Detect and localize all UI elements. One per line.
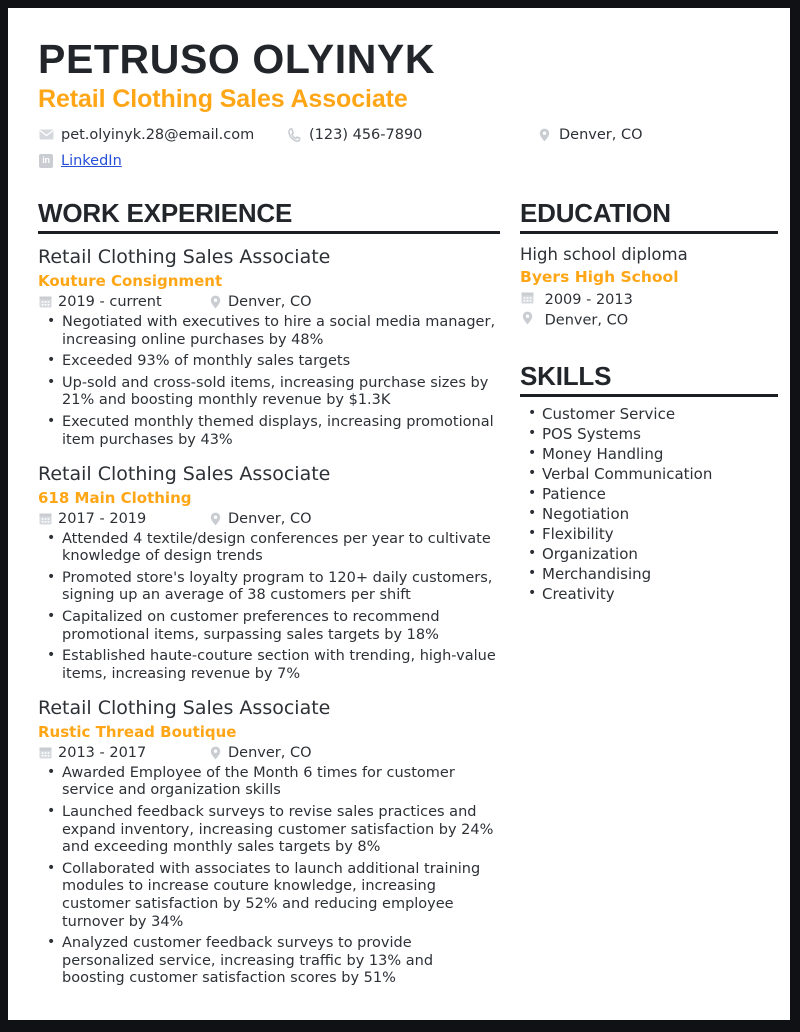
work-entry: Retail Clothing Sales Associate Rustic T… xyxy=(38,697,500,988)
map-pin-icon xyxy=(208,745,222,760)
skills-section: SKILLS Customer Service POS Systems Mone… xyxy=(520,361,778,605)
work-entry-bullets: Attended 4 textile/design conferences pe… xyxy=(38,530,500,684)
map-pin-icon xyxy=(536,127,552,143)
section-title-work-experience: WORK EXPERIENCE xyxy=(38,198,500,235)
work-entry-dates-text: 2013 - 2017 xyxy=(58,744,147,761)
list-item: Customer Service xyxy=(520,403,778,424)
map-pin-icon xyxy=(208,294,222,309)
calendar-icon xyxy=(38,294,52,309)
list-item: Awarded Employee of the Month 6 times fo… xyxy=(38,764,500,800)
linkedin-link-text[interactable]: LinkedIn xyxy=(61,153,122,169)
list-item: Collaborated with associates to launch a… xyxy=(38,860,500,931)
envelope-icon xyxy=(38,127,54,143)
list-item: Exceeded 93% of monthly sales targets xyxy=(38,352,500,371)
work-entry-location: Denver, CO xyxy=(208,511,312,527)
list-item: Established haute-couture section with t… xyxy=(38,647,500,683)
work-entry-location: Denver, CO xyxy=(208,294,312,310)
resume-page: PETRUSO OLYINYK Retail Clothing Sales As… xyxy=(8,8,790,1020)
contact-location: Denver, CO xyxy=(536,127,643,143)
phone-icon xyxy=(286,127,302,143)
resume-header: PETRUSO OLYINYK Retail Clothing Sales As… xyxy=(38,36,760,172)
education-degree: High school diploma xyxy=(520,245,688,265)
work-entry-dates-text: 2019 - current xyxy=(58,293,162,310)
candidate-job-title: Retail Clothing Sales Associate xyxy=(38,85,408,114)
contact-email[interactable]: pet.olyinyk.28@email.com xyxy=(38,127,286,143)
list-item: Negotiation xyxy=(520,503,778,524)
list-item: Negotiated with executives to hire a soc… xyxy=(38,313,500,349)
list-item: Attended 4 textile/design conferences pe… xyxy=(38,530,500,566)
section-title-education: EDUCATION xyxy=(520,198,778,235)
work-entry-location: Denver, CO xyxy=(208,745,312,761)
work-entry-organization: Rustic Thread Boutique xyxy=(38,723,237,742)
map-pin-icon xyxy=(208,511,222,526)
page-frame: PETRUSO OLYINYK Retail Clothing Sales As… xyxy=(0,0,800,1032)
calendar-icon xyxy=(520,290,534,305)
calendar-icon xyxy=(38,511,52,526)
list-item: Organization xyxy=(520,543,778,564)
right-column: EDUCATION High school diploma Byers High… xyxy=(520,198,778,992)
work-entry-meta: 2019 - current Denver, CO xyxy=(38,294,500,310)
work-entry-organization: Kouture Consignment xyxy=(38,272,223,291)
work-entry-location-text: Denver, CO xyxy=(228,744,312,761)
education-dates: 2009 - 2013 xyxy=(520,290,778,308)
calendar-icon xyxy=(38,745,52,760)
work-entry-dates-text: 2017 - 2019 xyxy=(58,510,147,527)
section-title-skills: SKILLS xyxy=(520,361,778,398)
contact-email-text: pet.olyinyk.28@email.com xyxy=(61,126,255,143)
linkedin-icon: in xyxy=(38,153,54,169)
work-entry-meta: 2013 - 2017 Denver, CO xyxy=(38,745,500,761)
list-item: Merchandising xyxy=(520,563,778,584)
work-entry-dates: 2017 - 2019 xyxy=(38,511,208,527)
work-entry-title: Retail Clothing Sales Associate xyxy=(38,697,331,720)
column-gap xyxy=(500,198,520,992)
map-pin-icon xyxy=(520,310,534,325)
list-item: Flexibility xyxy=(520,523,778,544)
work-entry: Retail Clothing Sales Associate Kouture … xyxy=(38,246,500,449)
work-entry-title: Retail Clothing Sales Associate xyxy=(38,246,331,269)
work-entry-bullets: Awarded Employee of the Month 6 times fo… xyxy=(38,764,500,988)
candidate-name: PETRUSO OLYINYK xyxy=(38,36,436,82)
linkedin-badge-text: in xyxy=(39,153,53,168)
work-entry-dates: 2019 - current xyxy=(38,294,208,310)
education-dates-text: 2009 - 2013 xyxy=(544,292,633,309)
work-entry-bullets: Negotiated with executives to hire a soc… xyxy=(38,313,500,449)
contact-row-primary: pet.olyinyk.28@email.com (123) 456-7890 xyxy=(38,124,760,146)
list-item: Capitalized on customer preferences to r… xyxy=(38,608,500,644)
contact-phone-text: (123) 456-7890 xyxy=(309,126,423,143)
list-item: POS Systems xyxy=(520,423,778,444)
work-entry: Retail Clothing Sales Associate 618 Main… xyxy=(38,463,500,683)
list-item: Launched feedback surveys to revise sale… xyxy=(38,803,500,857)
contact-location-text: Denver, CO xyxy=(559,126,643,143)
contact-phone[interactable]: (123) 456-7890 xyxy=(286,127,536,143)
list-item: Analyzed customer feedback surveys to pr… xyxy=(38,934,500,988)
education-location: Denver, CO xyxy=(520,310,778,329)
work-entry-location-text: Denver, CO xyxy=(228,510,312,527)
education-entry: High school diploma Byers High School 20… xyxy=(520,244,778,328)
education-school: Byers High School xyxy=(520,267,679,286)
list-item: Promoted store's loyalty program to 120+… xyxy=(38,569,500,605)
list-item: Verbal Communication xyxy=(520,463,778,484)
education-location-text: Denver, CO xyxy=(544,312,629,329)
work-entry-location-text: Denver, CO xyxy=(228,293,312,310)
work-entry-dates: 2013 - 2017 xyxy=(38,745,208,761)
skills-list: Customer Service POS Systems Money Handl… xyxy=(520,403,778,604)
list-item: Patience xyxy=(520,483,778,504)
work-entry-title: Retail Clothing Sales Associate xyxy=(38,463,331,486)
contact-row-secondary: in LinkedIn xyxy=(38,150,760,172)
work-entry-organization: 618 Main Clothing xyxy=(38,488,192,507)
contact-linkedin[interactable]: in LinkedIn xyxy=(38,153,122,169)
work-entry-meta: 2017 - 2019 Denver, CO xyxy=(38,511,500,527)
list-item: Creativity xyxy=(520,583,778,604)
resume-body: WORK EXPERIENCE Retail Clothing Sales As… xyxy=(38,198,778,992)
list-item: Money Handling xyxy=(520,443,778,464)
left-column: WORK EXPERIENCE Retail Clothing Sales As… xyxy=(38,198,500,992)
list-item: Up-sold and cross-sold items, increasing… xyxy=(38,374,500,410)
list-item: Executed monthly themed displays, increa… xyxy=(38,413,500,449)
